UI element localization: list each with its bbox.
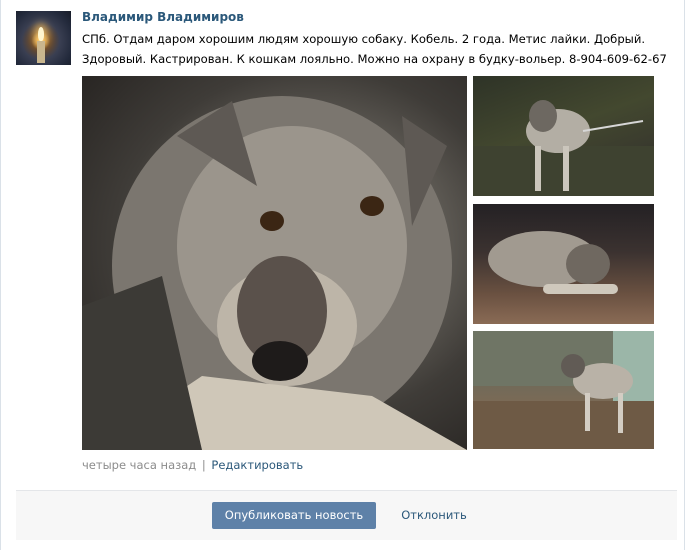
thumb-dog-on-leash-photo[interactable]: [473, 76, 654, 196]
author-avatar[interactable]: [16, 11, 71, 65]
left-border: [0, 0, 1, 550]
main-dog-photo[interactable]: [82, 76, 467, 450]
post-text: СПб. Отдам даром хорошим людям хорошую с…: [82, 32, 667, 66]
dog-on-leash-image: [473, 100, 654, 196]
edit-link[interactable]: Редактировать: [211, 458, 303, 472]
candle-flame-icon: [38, 27, 44, 41]
meta-separator: |: [201, 458, 206, 472]
decline-button[interactable]: Отклонить: [396, 502, 472, 529]
author-name-link[interactable]: Владимир Владимиров: [82, 10, 244, 24]
dog-standing-image: [473, 331, 654, 449]
dog-portrait-image: [82, 96, 467, 450]
thumb-dog-standing-photo[interactable]: [473, 331, 654, 449]
dog-lying-image: [488, 231, 618, 294]
post-time[interactable]: четыре часа назад: [82, 458, 196, 472]
candle-icon: [37, 41, 45, 63]
thumb-dog-lying-photo[interactable]: [473, 204, 654, 324]
suggest-actions-bar: Опубликовать новость Отклонить: [16, 490, 677, 540]
publish-button[interactable]: Опубликовать новость: [212, 502, 376, 529]
post-meta: четыре часа назад | Редактировать: [82, 458, 303, 472]
right-border: [684, 0, 685, 550]
